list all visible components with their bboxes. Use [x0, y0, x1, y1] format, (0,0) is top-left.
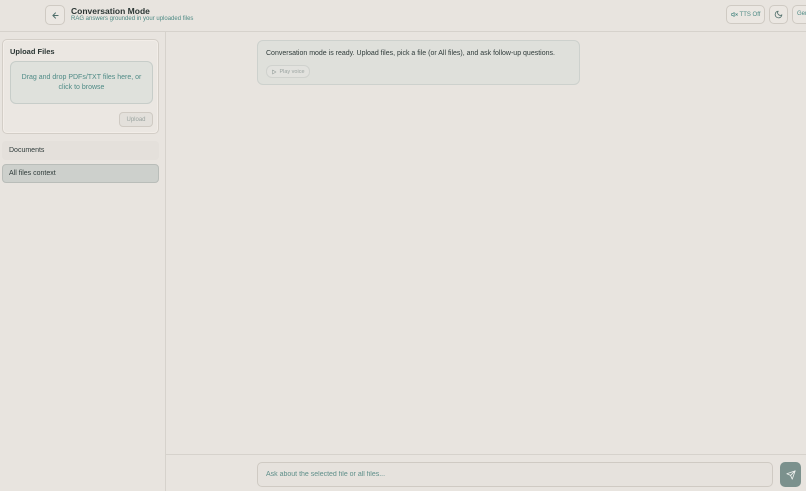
play-voice-label: Play voice	[279, 68, 305, 75]
documents-section-header: Documents	[2, 141, 159, 160]
speaker-icon	[730, 12, 738, 17]
send-icon	[785, 469, 796, 480]
chat-input[interactable]	[257, 462, 773, 487]
page-subtitle: RAG answers grounded in your uploaded fi…	[71, 16, 194, 22]
upload-button[interactable]: Upload	[119, 112, 153, 127]
gen-button[interactable]: Gen	[792, 5, 806, 24]
theme-toggle-button[interactable]	[769, 5, 788, 24]
chat-panel: Conversation mode is ready. Upload files…	[166, 32, 806, 454]
back-button[interactable]	[45, 5, 65, 25]
send-button[interactable]	[780, 462, 801, 487]
top-bar: Conversation Mode RAG answers grounded i…	[0, 0, 806, 32]
arrow-left-icon	[51, 11, 59, 19]
play-voice-button[interactable]: Play voice	[266, 65, 310, 78]
app-root: Conversation Mode RAG answers grounded i…	[0, 0, 806, 491]
dropzone-text: Drag and drop PDFs/TXT files here, or cl…	[21, 73, 142, 91]
play-icon	[272, 69, 277, 74]
all-files-context-item[interactable]: All files context	[2, 164, 159, 183]
tts-toggle-button[interactable]: TTS Off	[726, 5, 765, 24]
upload-title: Upload Files	[10, 47, 55, 56]
upload-card: Upload Files Drag and drop PDFs/TXT file…	[2, 39, 159, 134]
moon-icon	[774, 10, 783, 19]
tts-label: TTS Off	[739, 11, 761, 18]
page-title: Conversation Mode	[71, 6, 150, 16]
assistant-message: Conversation mode is ready. Upload files…	[257, 40, 580, 85]
composer	[166, 454, 806, 491]
sidebar: Upload Files Drag and drop PDFs/TXT file…	[0, 32, 166, 491]
file-dropzone[interactable]: Drag and drop PDFs/TXT files here, or cl…	[10, 61, 153, 104]
message-text: Conversation mode is ready. Upload files…	[266, 50, 555, 57]
